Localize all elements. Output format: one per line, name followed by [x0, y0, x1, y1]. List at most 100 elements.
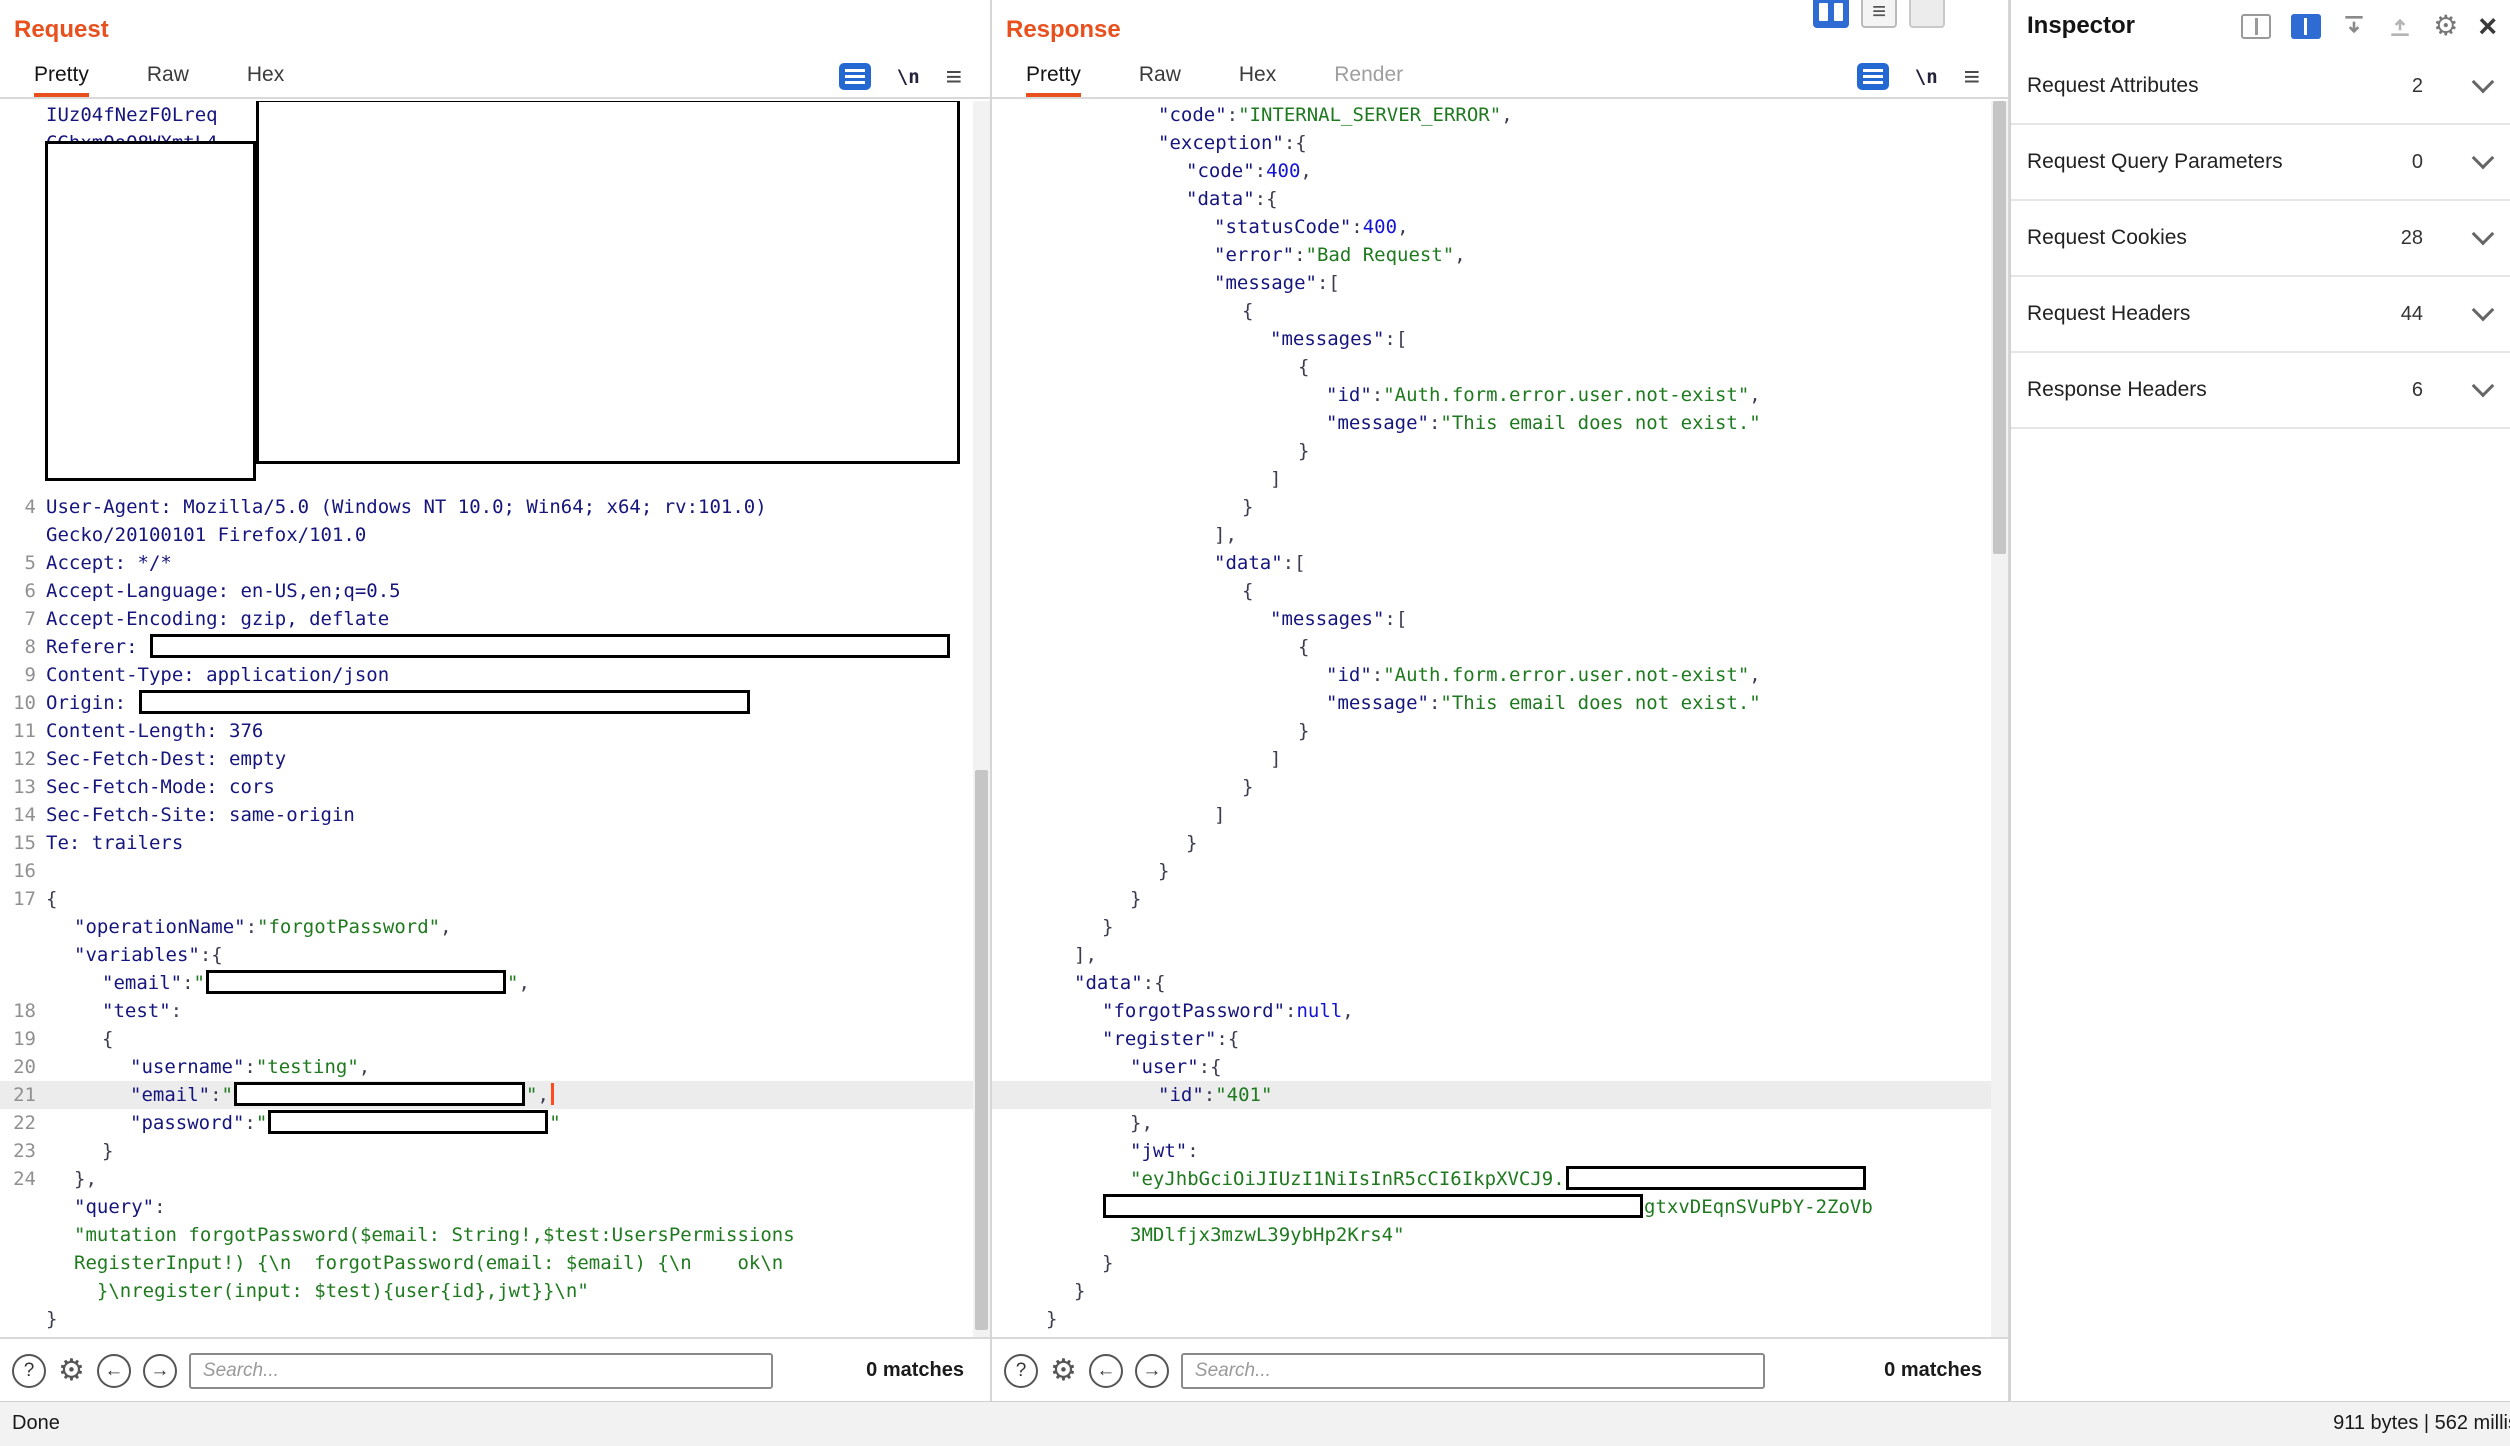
inspector-section-request-attributes[interactable]: Request Attributes2: [2011, 49, 2510, 125]
code-line[interactable]: ]: [992, 801, 2008, 829]
code-line[interactable]: gtxvDEqnSVuPbY-2ZoVb: [992, 1193, 2008, 1221]
code-line[interactable]: "messages":[: [992, 605, 2008, 633]
inspector-section-request-headers[interactable]: Request Headers44: [2011, 277, 2510, 353]
code-line[interactable]: "operationName":"forgotPassword",: [0, 913, 990, 941]
next-match-button[interactable]: →: [1135, 1354, 1169, 1388]
code-line[interactable]: }: [992, 913, 2008, 941]
response-editor[interactable]: "code":"INTERNAL_SERVER_ERROR","exceptio…: [992, 101, 2008, 1337]
tab-render[interactable]: Render: [1334, 56, 1403, 97]
code-line[interactable]: }: [0, 1305, 990, 1333]
code-line[interactable]: ],: [992, 941, 2008, 969]
inspector-section-request-cookies[interactable]: Request Cookies28: [2011, 201, 2510, 277]
search-settings-icon[interactable]: ⚙: [58, 1356, 85, 1386]
inspector-layout-docked-icon[interactable]: [2291, 14, 2321, 39]
code-line[interactable]: }: [992, 1249, 2008, 1277]
request-search-input[interactable]: [189, 1353, 773, 1389]
code-line[interactable]: "data":[: [992, 549, 2008, 577]
code-line[interactable]: "exception":{: [992, 129, 2008, 157]
code-line[interactable]: 13Sec-Fetch-Mode: cors: [0, 773, 990, 801]
previous-match-button[interactable]: ←: [1089, 1354, 1123, 1388]
code-line[interactable]: "query":: [0, 1193, 990, 1221]
code-line[interactable]: {: [992, 577, 2008, 605]
code-line[interactable]: ],: [992, 521, 2008, 549]
scrollbar-thumb[interactable]: [975, 770, 988, 1330]
help-icon[interactable]: ?: [1004, 1354, 1038, 1388]
tab-hex[interactable]: Hex: [1239, 56, 1276, 97]
code-line[interactable]: 16: [0, 857, 990, 885]
code-line[interactable]: 14Sec-Fetch-Site: same-origin: [0, 801, 990, 829]
layout-single-icon[interactable]: [1909, 0, 1945, 28]
editor-menu-icon[interactable]: ≡: [1964, 63, 1980, 91]
editor-menu-icon[interactable]: ≡: [946, 63, 962, 91]
layout-stacked-icon[interactable]: ≡: [1861, 0, 1897, 28]
code-line[interactable]: }: [992, 437, 2008, 465]
code-line[interactable]: }: [992, 773, 2008, 801]
code-line[interactable]: 9Content-Type: application/json: [0, 661, 990, 689]
code-line[interactable]: "code":400,: [992, 157, 2008, 185]
code-line[interactable]: "jwt":: [992, 1137, 2008, 1165]
inspector-close-icon[interactable]: ×: [2478, 10, 2497, 42]
code-line[interactable]: "forgotPassword":null,: [992, 997, 2008, 1025]
code-line[interactable]: "mutation forgotPassword($email: String!…: [0, 1221, 990, 1249]
code-line[interactable]: "messages":[: [992, 325, 2008, 353]
code-line[interactable]: "eyJhbGciOiJIUzI1NiIsInR5cCI6IkpXVCJ9.: [992, 1165, 2008, 1193]
code-line[interactable]: }: [992, 829, 2008, 857]
show-newlines-icon[interactable]: \n: [897, 66, 920, 88]
code-line[interactable]: 22"password":"": [0, 1109, 990, 1137]
code-line[interactable]: "error":"Bad Request",: [992, 241, 2008, 269]
code-line[interactable]: "statusCode":400,: [992, 213, 2008, 241]
code-line[interactable]: 6Accept-Language: en-US,en;q=0.5: [0, 577, 990, 605]
code-line[interactable]: 23}: [0, 1137, 990, 1165]
response-scrollbar[interactable]: [1991, 101, 2008, 1337]
request-scrollbar[interactable]: [973, 101, 990, 1337]
code-line[interactable]: 8Referer:: [0, 633, 990, 661]
code-line[interactable]: 12Sec-Fetch-Dest: empty: [0, 745, 990, 773]
code-line[interactable]: 7Accept-Encoding: gzip, deflate: [0, 605, 990, 633]
code-line[interactable]: "code":"INTERNAL_SERVER_ERROR",: [992, 101, 2008, 129]
inspector-layout-split-icon[interactable]: [2241, 14, 2271, 39]
code-line[interactable]: "id":"Auth.form.error.user.not-exist",: [992, 661, 2008, 689]
code-line[interactable]: {: [992, 633, 2008, 661]
code-line[interactable]: "message":"This email does not exist.": [992, 689, 2008, 717]
code-line[interactable]: {: [992, 297, 2008, 325]
tab-hex[interactable]: Hex: [247, 56, 284, 97]
code-line[interactable]: }: [992, 1277, 2008, 1305]
chevron-down-icon[interactable]: [2472, 147, 2495, 170]
code-line[interactable]: Gecko/20100101 Firefox/101.0: [0, 521, 990, 549]
chevron-down-icon[interactable]: [2472, 223, 2495, 246]
code-line[interactable]: "message":[: [992, 269, 2008, 297]
code-line[interactable]: "id":"Auth.form.error.user.not-exist",: [992, 381, 2008, 409]
tab-pretty[interactable]: Pretty: [34, 56, 89, 97]
syntax-highlight-icon[interactable]: [839, 63, 871, 90]
code-line[interactable]: ]: [992, 465, 2008, 493]
code-line[interactable]: "id":"401": [992, 1081, 2008, 1109]
code-line[interactable]: 21"email":"",: [0, 1081, 990, 1109]
code-line[interactable]: "register":{: [992, 1025, 2008, 1053]
code-line[interactable]: }: [992, 885, 2008, 913]
next-match-button[interactable]: →: [143, 1354, 177, 1388]
code-line[interactable]: 11Content-Length: 376: [0, 717, 990, 745]
code-line[interactable]: "data":{: [992, 969, 2008, 997]
code-line[interactable]: "message":"This email does not exist.": [992, 409, 2008, 437]
code-line[interactable]: 10Origin:: [0, 689, 990, 717]
code-line[interactable]: ]: [992, 745, 2008, 773]
request-editor[interactable]: IUz04fNezF0LreqCGhxmOoQ8WXmtL44User-Agen…: [0, 101, 990, 1337]
layout-columns-icon[interactable]: [1813, 0, 1849, 28]
code-line[interactable]: "user":{: [992, 1053, 2008, 1081]
code-line[interactable]: "variables":{: [0, 941, 990, 969]
expand-all-icon[interactable]: [2387, 13, 2413, 39]
code-line[interactable]: RegisterInput!) {\n forgotPassword(email…: [0, 1249, 990, 1277]
code-line[interactable]: }: [992, 493, 2008, 521]
code-line[interactable]: "data":{: [992, 185, 2008, 213]
response-search-input[interactable]: [1181, 1353, 1765, 1389]
code-line[interactable]: 17{: [0, 885, 990, 913]
code-line[interactable]: }: [992, 1305, 2008, 1333]
previous-match-button[interactable]: ←: [97, 1354, 131, 1388]
code-line[interactable]: 20"username":"testing",: [0, 1053, 990, 1081]
code-line[interactable]: 19{: [0, 1025, 990, 1053]
chevron-down-icon[interactable]: [2472, 375, 2495, 398]
code-line[interactable]: 18"test":: [0, 997, 990, 1025]
code-line[interactable]: }\nregister(input: $test){user{id},jwt}}…: [0, 1277, 990, 1305]
code-line[interactable]: }: [992, 857, 2008, 885]
syntax-highlight-icon[interactable]: [1857, 63, 1889, 90]
